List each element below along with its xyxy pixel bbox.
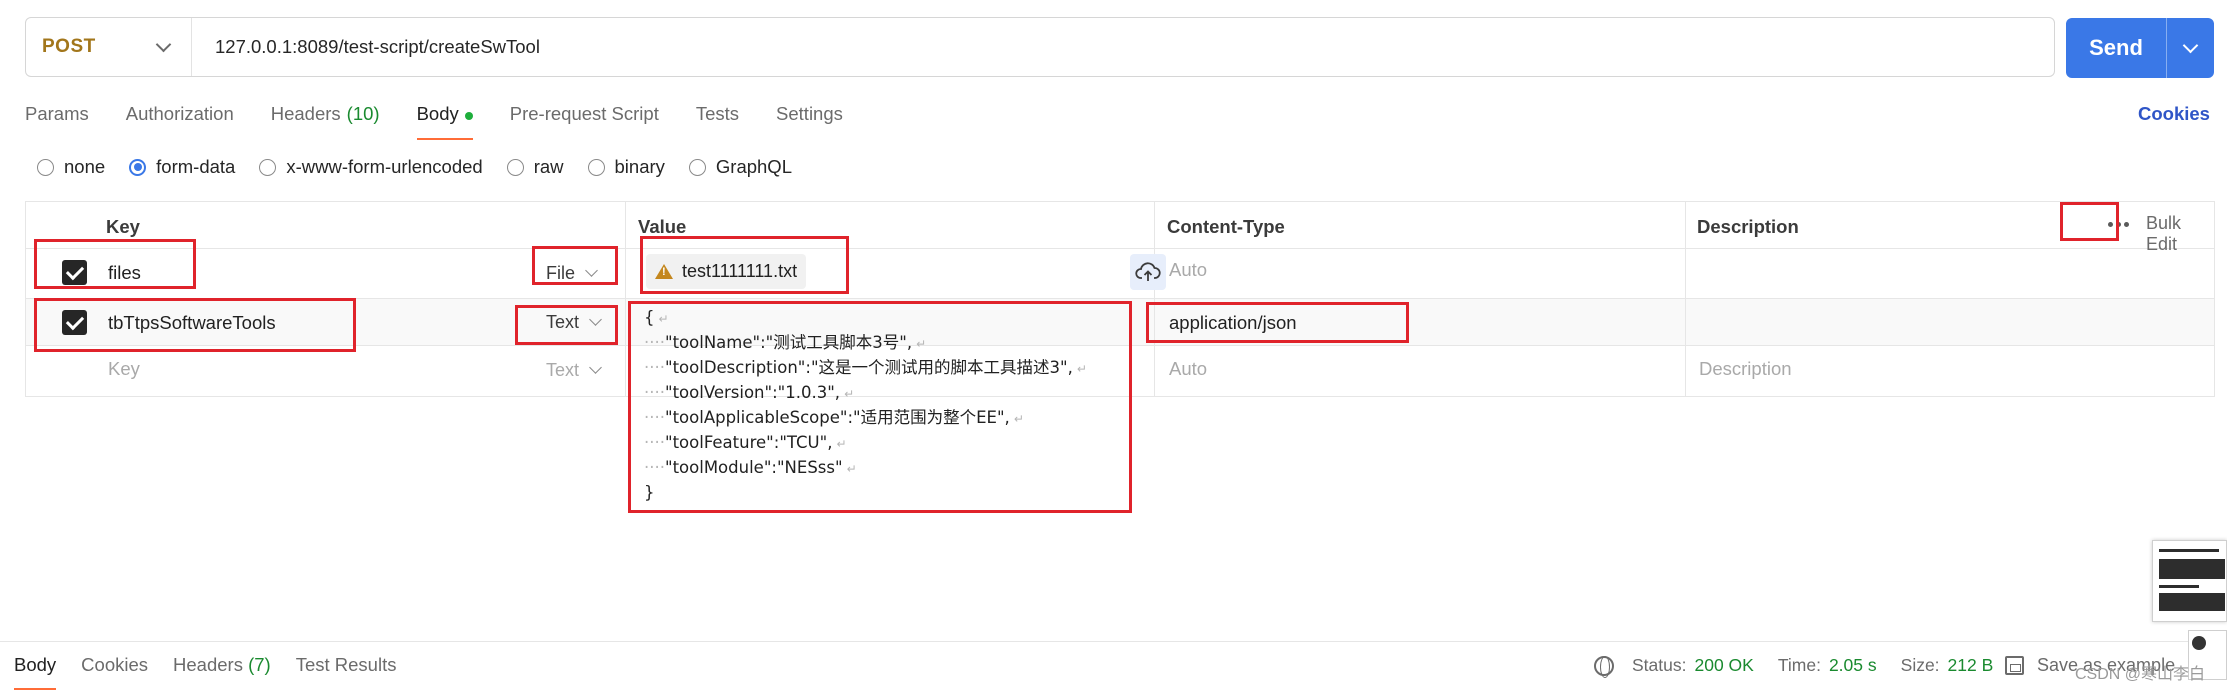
tab-headers[interactable]: Headers (10): [271, 98, 380, 140]
description-placeholder[interactable]: Description: [1699, 358, 1792, 380]
bulk-edit-link[interactable]: Bulk Edit: [2146, 213, 2214, 255]
avatar: [2192, 636, 2206, 650]
annotation-box: [532, 246, 618, 285]
body-type-group: none form-data x-www-form-urlencoded raw…: [37, 156, 816, 178]
tab-label: Authorization: [125, 103, 234, 124]
watermark: CSDN @寒山李白: [2075, 666, 2206, 683]
tab-label: Settings: [776, 103, 843, 124]
annotation-box: [640, 236, 849, 294]
chevron-down-icon: [589, 361, 602, 374]
header-content-type: Content-Type: [1167, 216, 1285, 237]
header-description: Description: [1697, 216, 1799, 237]
radio-icon: [259, 158, 277, 176]
annotation-box: [1146, 302, 1409, 343]
chevron-down-icon: [2182, 37, 2199, 53]
send-button[interactable]: Send: [2066, 35, 2166, 61]
save-icon: [2005, 656, 2024, 675]
status-value[interactable]: 200 OK: [1694, 655, 1753, 676]
cookies-link[interactable]: Cookies: [2138, 103, 2210, 125]
type-label: Text: [546, 360, 580, 380]
radio-icon: [688, 158, 706, 176]
screenshot-thumbnail[interactable]: [2152, 540, 2227, 622]
tab-tests[interactable]: Tests: [696, 98, 739, 140]
radio-checked-icon: [129, 158, 147, 176]
tab-authorization[interactable]: Authorization: [126, 98, 234, 140]
annotation-box: [515, 305, 618, 345]
active-dot-icon: [464, 112, 473, 120]
radio-icon: [587, 158, 605, 176]
radio-binary[interactable]: binary: [587, 156, 665, 178]
radio-raw[interactable]: raw: [506, 156, 564, 178]
tab-label: Params: [25, 103, 89, 124]
annotation-box: [34, 239, 196, 289]
tab-response-cookies[interactable]: Cookies: [81, 654, 148, 690]
radio-x-www-form-urlencoded[interactable]: x-www-form-urlencoded: [259, 156, 483, 178]
annotation-box: [34, 298, 356, 352]
tab-label: Headers: [173, 654, 243, 675]
headers-count: (10): [346, 103, 380, 124]
tab-label: Body: [416, 103, 459, 124]
response-meta: Status: 200 OK Time: 2.05 s Size: 212 B: [1594, 655, 2017, 678]
time-label: Time:: [1777, 655, 1821, 675]
radio-icon: [506, 158, 524, 176]
radio-icon: [37, 158, 54, 176]
table-header-row: [26, 202, 2214, 249]
upload-cloud-button[interactable]: [1130, 254, 1166, 290]
method-label: POST: [42, 36, 96, 57]
tab-label: Pre-request Script: [509, 103, 659, 124]
method-select[interactable]: POST: [26, 18, 192, 76]
annotation-box: [2060, 202, 2119, 241]
globe-icon[interactable]: [1594, 655, 1614, 678]
tab-body[interactable]: Body: [416, 98, 473, 140]
header-value: Value: [638, 216, 687, 237]
table-row: [26, 249, 2214, 299]
content-type-cell[interactable]: Auto: [1169, 259, 1207, 281]
url-input[interactable]: 127.0.0.1:8089/test-script/createSwTool: [192, 36, 540, 58]
size-value[interactable]: 212 B: [1948, 655, 1994, 676]
send-button-group: Send: [2066, 18, 2214, 78]
key-input-placeholder[interactable]: Key: [108, 358, 140, 380]
send-options-button[interactable]: [2166, 18, 2214, 78]
time-value[interactable]: 2.05 s: [1829, 655, 1877, 676]
response-tabs: Body Cookies Headers (7) Test Results: [14, 654, 421, 690]
tab-settings[interactable]: Settings: [776, 98, 843, 140]
tab-response-body[interactable]: Body: [14, 654, 57, 690]
header-key: Key: [106, 216, 140, 237]
tab-label: Headers: [270, 103, 341, 124]
status-label: Status:: [1632, 655, 1687, 675]
cloud-upload-icon: [1135, 262, 1161, 281]
tab-test-results[interactable]: Test Results: [296, 654, 397, 690]
size-label: Size:: [1900, 655, 1940, 675]
radio-label: form-data: [156, 156, 236, 177]
column-divider: [625, 202, 626, 396]
column-divider: [1685, 202, 1686, 396]
response-bar: Body Cookies Headers (7) Test Results St…: [0, 641, 2227, 694]
radio-label: none: [64, 156, 106, 177]
radio-form-data[interactable]: form-data: [129, 156, 235, 178]
annotation-box: [628, 301, 1132, 513]
request-tabs: Params Authorization Headers (10) Body Pr…: [25, 98, 880, 140]
chevron-down-icon: [155, 36, 172, 52]
request-bar: POST 127.0.0.1:8089/test-script/createSw…: [25, 17, 2055, 77]
radio-label: raw: [533, 156, 564, 177]
content-type-placeholder[interactable]: Auto: [1169, 358, 1207, 380]
tab-label: Tests: [695, 103, 740, 124]
radio-label: x-www-form-urlencoded: [286, 156, 483, 177]
tab-pre-request-script[interactable]: Pre-request Script: [510, 98, 659, 140]
radio-label: GraphQL: [715, 156, 792, 177]
radio-label: binary: [614, 156, 665, 177]
tab-response-headers[interactable]: Headers (7): [173, 654, 271, 690]
radio-graphql[interactable]: GraphQL: [688, 156, 792, 178]
tab-params[interactable]: Params: [25, 98, 89, 140]
type-select[interactable]: Text: [546, 360, 602, 381]
headers-count: (7): [248, 654, 271, 675]
radio-none[interactable]: none: [37, 156, 105, 178]
